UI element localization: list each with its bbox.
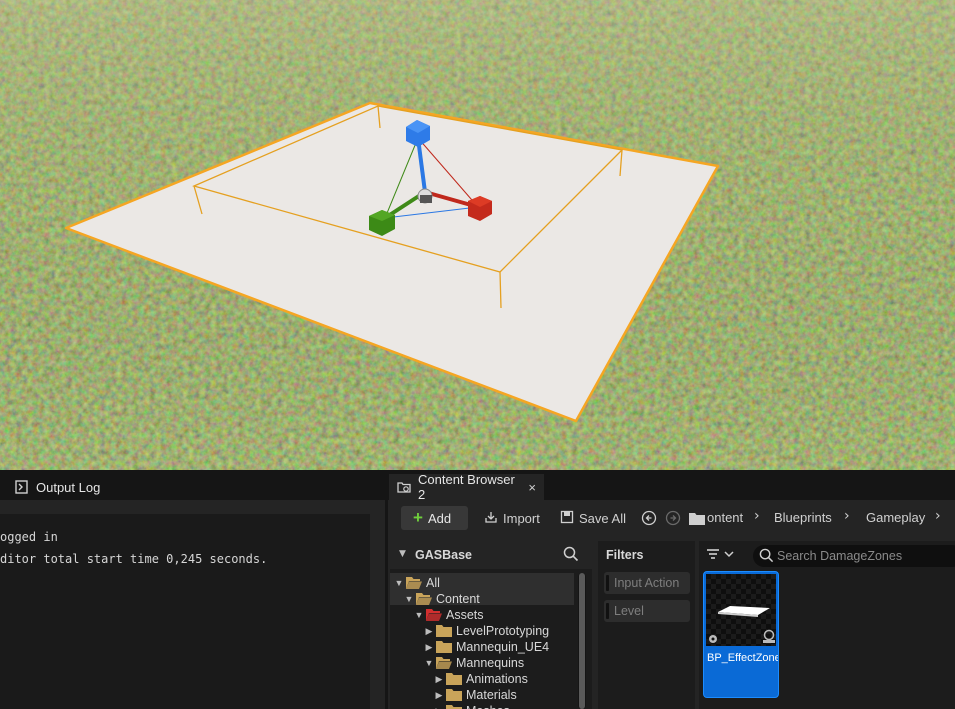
filter-icon[interactable] [705,546,739,566]
asset-tile[interactable]: BP_EffectZoneActor [703,571,779,698]
chevron-right-icon[interactable]: › [935,508,941,524]
tree-item-content[interactable]: ▼ Content [404,591,480,607]
search-placeholder: Search DamageZones [777,549,903,563]
folder-open-icon [406,577,422,589]
breadcrumb-content[interactable]: ontent [707,510,743,525]
folder-icon [446,673,462,685]
tab-output-log[interactable]: Output Log [7,474,127,500]
unreal-editor: Output Log ogged in ditor total start ti… [0,0,955,709]
breadcrumb-blueprints[interactable]: Blueprints [774,510,832,525]
tree-item-mannequin-ue4[interactable]: ▶ Mannequin_UE4 [424,639,550,655]
tab-content-browser-2[interactable]: Content Browser 2 × [389,472,544,502]
chevron-right-icon[interactable]: › [844,508,850,524]
collapsed-arrow-icon[interactable]: ▶ [424,626,434,637]
folder-icon [446,689,462,701]
viewport-scene[interactable] [0,0,955,470]
breadcrumb-gameplay[interactable]: Gameplay [866,510,925,525]
log-text-area[interactable]: ogged in ditor total start time 0,245 se… [0,514,370,709]
sources-header-label: GASBase [415,548,472,562]
tree-item-label: Mannequin_UE4 [456,640,550,654]
tree-item-label: Animations [466,672,528,686]
log-line: ogged in [0,530,58,544]
expanded-arrow-icon[interactable]: ▼ [414,610,424,620]
tree-item-label: Assets [446,608,484,622]
folder-open-icon [426,609,442,621]
expanded-arrow-icon[interactable]: ▼ [394,578,404,588]
import-button[interactable]: Import [484,506,540,530]
search-input[interactable]: Search DamageZones [753,545,955,567]
import-button-label: Import [503,510,540,526]
tree-item-label: Meshes [466,704,510,709]
asset-view: Search DamageZones BP_EffectZoneActor [699,541,955,709]
add-button[interactable]: + Add [401,506,468,530]
scrollbar-thumb[interactable] [579,573,585,709]
sources-tree: ▼ GASBase ▼ All ▼ Content ▼ Assets ▶ LevelProto… [390,541,592,709]
tree-item-materials[interactable]: ▶ Materials [434,687,517,703]
save-all-button[interactable]: Save All [560,506,626,530]
arrow-right-circle-icon [665,510,681,526]
folder-icon [446,705,462,709]
output-log-panel: ogged in ditor total start time 0,245 se… [0,500,385,709]
asset-name: BP_EffectZoneActor [707,652,779,664]
arrow-left-circle-icon [641,510,657,526]
search-icon [759,548,774,566]
tree-item-mannequins[interactable]: ▼ Mannequins [424,655,525,671]
expanded-arrow-icon[interactable]: ▼ [424,658,434,668]
blueprint-icon [709,635,717,643]
save-icon [560,510,574,527]
folder-open-icon [436,657,452,669]
search-icon[interactable] [563,546,579,566]
asset-thumbnail [706,574,776,646]
output-log-icon [15,480,29,494]
log-scrollbar[interactable] [371,514,385,709]
filters-panel: Filters Input Action Level [598,541,695,709]
collapsed-arrow-icon[interactable]: ▶ [434,674,444,685]
save-all-button-label: Save All [579,510,626,526]
collapsed-arrow-icon[interactable]: ▶ [434,690,444,701]
output-log-tabstrip: Output Log [0,470,385,500]
collapse-arrow-icon[interactable]: ▼ [399,549,406,559]
folder-icon [436,641,452,653]
tree-scrollbar[interactable] [578,573,586,709]
plus-icon: + [413,508,423,527]
content-browser-icon [397,480,411,494]
collapsed-arrow-icon[interactable]: ▶ [434,706,444,709]
folder-icon [689,512,705,525]
tree-item-animations[interactable]: ▶ Animations [434,671,528,687]
tree-item-label: Content [436,592,480,606]
log-line: ditor total start time 0,245 seconds. [0,552,268,566]
tree-item-levelprototyping[interactable]: ▶ LevelPrototyping [424,623,550,639]
sources-header[interactable]: ▼ GASBase [390,541,592,569]
tree-item-all[interactable]: ▼ All [394,575,440,591]
import-icon [484,510,498,527]
tab-content-browser-label: Content Browser 2 [418,472,515,502]
history-back-button[interactable] [641,506,657,530]
filter-level[interactable]: Level [604,600,690,622]
tree-item-label: All [426,576,440,590]
folder-icon [436,625,452,637]
filters-header: Filters [606,548,644,562]
add-button-label: Add [427,510,452,526]
bottom-dock: Output Log ogged in ditor total start ti… [0,470,955,709]
tree-item-assets[interactable]: ▼ Assets [414,607,484,623]
close-icon[interactable]: × [528,480,536,495]
tab-output-log-label: Output Log [36,479,101,495]
collapsed-arrow-icon[interactable]: ▶ [424,642,434,653]
filter-input-action[interactable]: Input Action [604,572,690,594]
level-viewport[interactable] [0,0,955,470]
actor-class-icon [763,629,775,643]
folder-open-icon [416,593,432,605]
content-browser-panel: + Add Import Save All ontent › Blueprint… [388,500,955,709]
chevron-right-icon[interactable]: › [754,508,760,524]
content-browser-tabstrip: Content Browser 2 × [388,470,955,502]
tree-item-label: Materials [466,688,517,702]
folder-path-button[interactable] [689,506,705,530]
tree-item-label: Mannequins [456,656,525,670]
tree-item-meshes[interactable]: ▶ Meshes [434,703,510,709]
tree-item-label: LevelPrototyping [456,624,550,638]
expanded-arrow-icon[interactable]: ▼ [404,594,414,604]
history-forward-button[interactable] [665,506,681,530]
